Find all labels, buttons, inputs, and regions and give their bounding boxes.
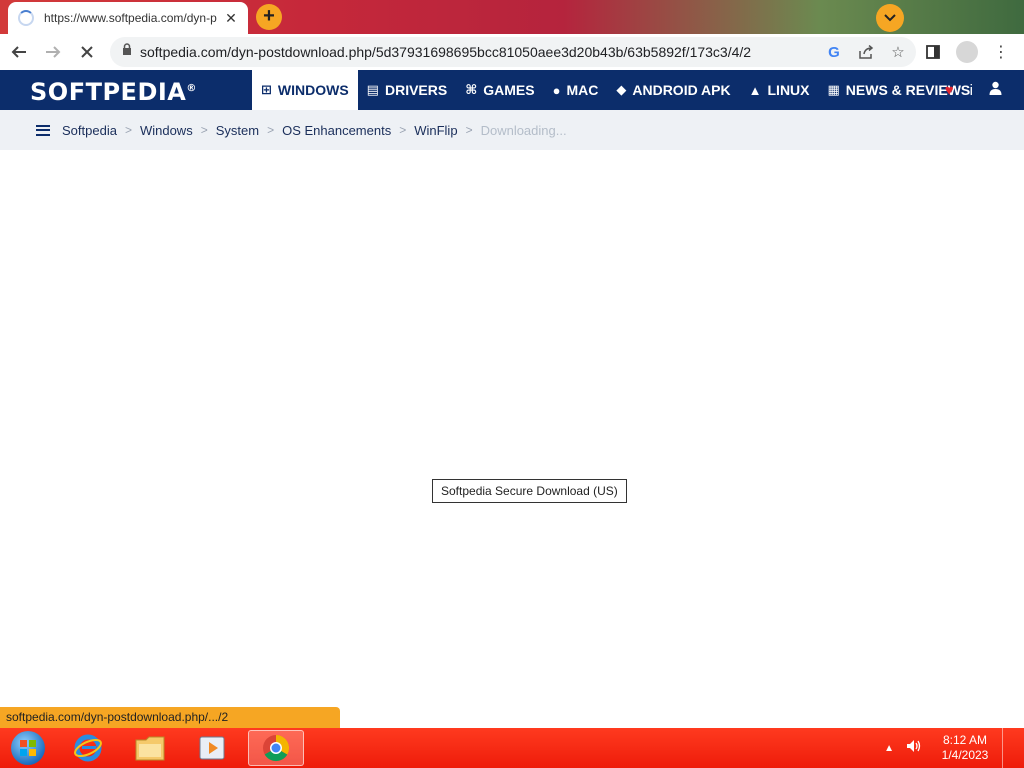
- logo-registered-mark: ®: [186, 83, 197, 94]
- start-button[interactable]: [0, 730, 56, 766]
- tab-close-icon[interactable]: ✕: [224, 10, 238, 27]
- chevron-right-icon: >: [267, 123, 275, 137]
- loading-spinner-icon: [18, 10, 34, 26]
- taskbar-chrome[interactable]: [248, 730, 304, 766]
- logo-text: SOFTPEDIA: [30, 78, 187, 106]
- lock-icon: [122, 43, 132, 61]
- nav-android-apk[interactable]: ◆ ANDROID APK: [607, 70, 739, 110]
- chevron-right-icon: >: [465, 123, 473, 137]
- chrome-icon: [263, 734, 290, 762]
- back-button[interactable]: [4, 37, 34, 67]
- info-icon[interactable]: i: [970, 82, 973, 99]
- system-tray: ▲ 8:12 AM 1/4/2023: [884, 728, 1014, 768]
- windows-icon: ⊞: [261, 82, 272, 97]
- gamepad-icon: ⌘: [465, 82, 478, 97]
- address-bar[interactable]: softpedia.com/dyn-postdownload.php/5d379…: [110, 37, 916, 67]
- breadcrumb: Softpedia > Windows > System > OS Enhanc…: [0, 110, 1024, 150]
- avatar: [956, 41, 978, 63]
- breadcrumb-windows[interactable]: Windows: [140, 123, 193, 138]
- taskbar-internet-explorer[interactable]: [60, 730, 116, 766]
- taskbar-file-explorer[interactable]: [122, 730, 178, 766]
- folder-icon: [135, 736, 165, 761]
- apple-icon: ●: [552, 82, 561, 98]
- android-icon: ◆: [616, 82, 627, 97]
- nav-drivers[interactable]: ▤ DRIVERS: [358, 70, 457, 110]
- stop-icon: [81, 46, 93, 58]
- profile-button[interactable]: [954, 37, 980, 67]
- nav-label: LINUX: [767, 82, 810, 98]
- nav-mac[interactable]: ● MAC: [544, 70, 608, 110]
- menu-kebab-icon[interactable]: ⋮: [988, 37, 1014, 67]
- site-nav: ⊞ WINDOWS ▤ DRIVERS ⌘ GAMES ● MAC ◆ ANDROID A…: [252, 70, 979, 110]
- taskbar-media-player[interactable]: [184, 730, 240, 766]
- breadcrumb-downloading: Downloading...: [480, 122, 567, 138]
- nav-linux[interactable]: ▲ LINUX: [740, 70, 819, 110]
- tab-strip: https://www.softpedia.com/dyn-p ✕ +: [0, 0, 1024, 34]
- nav-games[interactable]: ⌘ GAMES: [456, 70, 543, 110]
- back-arrow-icon: [11, 46, 26, 58]
- news-icon: ▦: [827, 82, 840, 97]
- show-desktop-button[interactable]: [1002, 728, 1014, 768]
- chevron-right-icon: >: [124, 123, 132, 137]
- site-header: SOFTPEDIA® ⊞ WINDOWS ▤ DRIVERS ⌘ GAMES ● MAC…: [0, 70, 1024, 110]
- chevron-down-icon: [884, 14, 896, 22]
- hamburger-menu-icon[interactable]: [36, 124, 50, 136]
- share-icon[interactable]: [856, 42, 876, 62]
- user-icon[interactable]: [989, 81, 1002, 99]
- clock-date: 1/4/2023: [941, 748, 989, 762]
- browser-toolbar: softpedia.com/dyn-postdownload.php/5d379…: [0, 34, 1024, 70]
- url-text: softpedia.com/dyn-postdownload.php/5d379…: [140, 44, 752, 60]
- stop-button[interactable]: [72, 37, 102, 67]
- nav-windows[interactable]: ⊞ WINDOWS: [252, 70, 358, 110]
- breadcrumb-os-enhancements[interactable]: OS Enhancements: [282, 123, 391, 138]
- header-actions: ♥ i: [945, 70, 1002, 110]
- side-panel-icon[interactable]: [920, 37, 946, 67]
- page-content: Softpedia Secure Download (US): [0, 150, 1024, 707]
- nav-label: ANDROID APK: [632, 82, 731, 98]
- site-logo[interactable]: SOFTPEDIA®: [30, 78, 197, 106]
- breadcrumb-system[interactable]: System: [216, 123, 259, 138]
- linux-icon: ▲: [748, 82, 762, 98]
- internet-explorer-icon: [74, 734, 102, 762]
- drivers-icon: ▤: [366, 82, 379, 97]
- browser-tab[interactable]: https://www.softpedia.com/dyn-p ✕: [8, 2, 248, 34]
- chevron-right-icon: >: [399, 123, 407, 137]
- breadcrumb-softpedia[interactable]: Softpedia: [62, 123, 117, 138]
- clock[interactable]: 8:12 AM 1/4/2023: [936, 733, 994, 763]
- heart-icon[interactable]: ♥: [945, 82, 954, 99]
- windows-start-icon: [11, 731, 45, 765]
- tab-title: https://www.softpedia.com/dyn-p: [44, 11, 217, 25]
- nav-label: MAC: [566, 82, 599, 98]
- breadcrumb-winflip[interactable]: WinFlip: [414, 123, 457, 138]
- chevron-right-icon: >: [200, 123, 208, 137]
- taskbar: ▲ 8:12 AM 1/4/2023: [0, 728, 1024, 768]
- bookmark-star-icon[interactable]: ☆: [888, 42, 908, 62]
- secure-download-link[interactable]: Softpedia Secure Download (US): [432, 479, 627, 503]
- nav-label: WINDOWS: [277, 82, 349, 98]
- clock-time: 8:12 AM: [942, 733, 988, 747]
- nav-label: DRIVERS: [384, 82, 448, 98]
- volume-icon[interactable]: [906, 739, 922, 758]
- google-lens-icon[interactable]: G: [824, 42, 844, 62]
- media-player-icon: [199, 736, 225, 760]
- forward-arrow-icon: [46, 46, 61, 58]
- forward-button[interactable]: [38, 37, 68, 67]
- new-tab-button[interactable]: +: [256, 4, 282, 30]
- nav-label: GAMES: [483, 82, 535, 98]
- status-bubble: softpedia.com/dyn-postdownload.php/.../2: [0, 707, 340, 728]
- show-hidden-icons-icon[interactable]: ▲: [884, 743, 894, 754]
- tab-search-button[interactable]: [876, 4, 904, 32]
